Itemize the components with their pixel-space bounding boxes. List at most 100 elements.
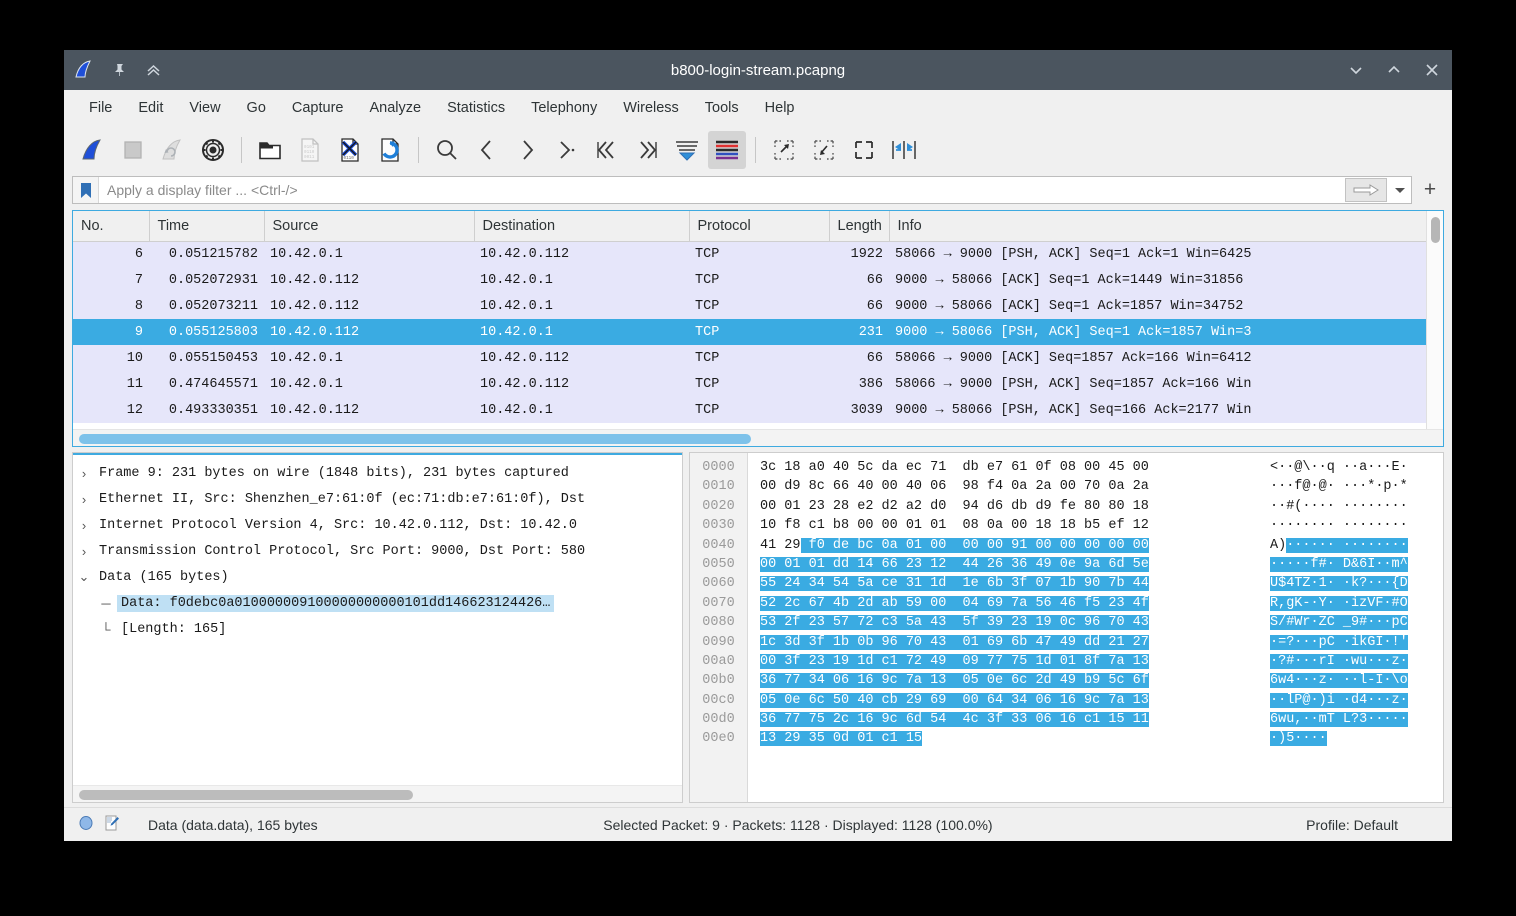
- hex-ascii-line[interactable]: 6w4···z· ··l-I·\o: [1270, 671, 1408, 690]
- menu-capture[interactable]: Capture: [279, 96, 357, 120]
- hex-bytes-line[interactable]: 10 f8 c1 b8 00 00 01 01 08 0a 00 18 18 b…: [760, 516, 1256, 535]
- table-row[interactable]: 7 0.052072931 10.42.0.112 10.42.0.1 TCP 66 900…: [73, 267, 1426, 293]
- hex-bytes-line[interactable]: 53 2f 23 57 72 c3 5a 43 5f 39 23 19 0c 9…: [760, 613, 1256, 632]
- detail-tree-item[interactable]: › Internet Protocol Version 4, Src: 10.42…: [73, 512, 682, 538]
- hex-bytes-line[interactable]: 05 0e 6c 50 40 cb 29 69 00 64 34 06 16 9…: [760, 691, 1256, 710]
- menu-analyze[interactable]: Analyze: [356, 96, 434, 120]
- reload-file-icon[interactable]: [371, 131, 409, 169]
- zoom-out-icon[interactable]: [805, 131, 843, 169]
- table-row[interactable]: 6 0.051215782 10.42.0.1 10.42.0.112 TCP 1922 5…: [73, 241, 1426, 267]
- chevron-down-icon[interactable]: ⌄: [73, 569, 95, 585]
- scrollbar-thumb[interactable]: [79, 434, 751, 444]
- maximize-button[interactable]: [1384, 60, 1404, 80]
- column-header-time[interactable]: Time: [149, 211, 265, 242]
- hex-bytes-line[interactable]: 36 77 34 06 16 9c 7a 13 05 0e 6c 2d 49 b…: [760, 671, 1256, 690]
- go-first-packet-icon[interactable]: [588, 131, 626, 169]
- go-last-packet-icon[interactable]: [628, 131, 666, 169]
- table-row[interactable]: 10 0.055150453 10.42.0.1 10.42.0.112 TCP 66 58…: [73, 345, 1426, 371]
- add-filter-button[interactable]: +: [1416, 176, 1444, 204]
- packet-list-horizontal-scrollbar[interactable]: [73, 429, 1443, 446]
- column-header-length[interactable]: Length: [829, 211, 890, 242]
- chevrons-up-icon[interactable]: [140, 57, 166, 83]
- column-header-protocol[interactable]: Protocol: [689, 211, 830, 242]
- menu-file[interactable]: File: [76, 96, 125, 120]
- table-row[interactable]: 12 0.493330351 10.42.0.112 10.42.0.1 TCP 3039…: [73, 397, 1426, 423]
- table-row[interactable]: 9 0.055125803 10.42.0.112 10.42.0.1 TCP 231 90…: [73, 319, 1426, 345]
- chevron-right-icon[interactable]: ›: [73, 492, 95, 507]
- hex-ascii-line[interactable]: <··@\··q ··a···E·: [1270, 458, 1408, 477]
- auto-scroll-icon[interactable]: [668, 131, 706, 169]
- bookmark-icon[interactable]: [73, 177, 99, 203]
- hex-ascii-line[interactable]: ···f@·@· ···*·p·*: [1270, 477, 1408, 496]
- table-row[interactable]: 8 0.052073211 10.42.0.112 10.42.0.1 TCP 66 900…: [73, 293, 1426, 319]
- detail-tree-item[interactable]: › Ethernet II, Src: Shenzhen_e7:61:0f (ec…: [73, 486, 682, 512]
- go-to-packet-icon[interactable]: [548, 131, 586, 169]
- hex-ascii-line[interactable]: ·=?···pC ·ikGI·!': [1270, 633, 1408, 652]
- capture-comment-icon[interactable]: [104, 815, 120, 835]
- chevron-right-icon[interactable]: ›: [73, 466, 95, 481]
- filter-history-dropdown[interactable]: [1389, 177, 1411, 203]
- hex-ascii-line[interactable]: U$4TZ·1· ·k?···{D: [1270, 574, 1408, 593]
- table-row[interactable]: 11 0.474645571 10.42.0.1 10.42.0.112 TCP 386 5…: [73, 371, 1426, 397]
- scrollbar-thumb[interactable]: [1431, 217, 1440, 243]
- close-file-icon[interactable]: 0110: [331, 131, 369, 169]
- hex-bytes-line[interactable]: 41 29 f0 de bc 0a 01 00 00 00 91 00 00 0…: [760, 536, 1256, 555]
- column-header-destination[interactable]: Destination: [474, 211, 690, 242]
- column-header-info[interactable]: Info: [889, 211, 1426, 242]
- start-capture-icon[interactable]: [74, 131, 112, 169]
- chevron-right-icon[interactable]: ›: [73, 518, 95, 533]
- column-header-source[interactable]: Source: [264, 211, 475, 242]
- hex-ascii-line[interactable]: A)······ ········: [1270, 536, 1408, 555]
- zoom-reset-icon[interactable]: [845, 131, 883, 169]
- pin-icon[interactable]: [106, 57, 132, 83]
- menu-view[interactable]: View: [176, 96, 233, 120]
- menu-help[interactable]: Help: [752, 96, 808, 120]
- capture-options-icon[interactable]: [194, 131, 232, 169]
- chevron-right-icon[interactable]: ›: [73, 544, 95, 559]
- packet-detail-horizontal-scrollbar[interactable]: [73, 785, 682, 802]
- menu-edit[interactable]: Edit: [125, 96, 176, 120]
- zoom-in-icon[interactable]: [765, 131, 803, 169]
- menu-telephony[interactable]: Telephony: [518, 96, 610, 120]
- hex-ascii-line[interactable]: ········ ········: [1270, 516, 1408, 535]
- apply-filter-button[interactable]: [1345, 178, 1387, 202]
- menu-statistics[interactable]: Statistics: [434, 96, 518, 120]
- hex-bytes-line[interactable]: 13 29 35 0d 01 c1 15: [760, 729, 1256, 748]
- hex-bytes-line[interactable]: 1c 3d 3f 1b 0b 96 70 43 01 69 6b 47 49 d…: [760, 633, 1256, 652]
- menu-tools[interactable]: Tools: [692, 96, 752, 120]
- hex-ascii-line[interactable]: S/#Wr·ZC _9#···pC: [1270, 613, 1408, 632]
- detail-tree-item[interactable]: └ [Length: 165]: [73, 616, 682, 642]
- hex-ascii-line[interactable]: R,gK-·Y· ·izVF·#O: [1270, 594, 1408, 613]
- detail-tree-item[interactable]: › Frame 9: 231 bytes on wire (1848 bits),…: [73, 460, 682, 486]
- hex-bytes-line[interactable]: 3c 18 a0 40 5c da ec 71 db e7 61 0f 08 0…: [760, 458, 1256, 477]
- detail-tree-item[interactable]: › Transmission Control Protocol, Src Port…: [73, 538, 682, 564]
- hex-bytes-line[interactable]: 00 3f 23 19 1d c1 72 49 09 77 75 1d 01 8…: [760, 652, 1256, 671]
- packet-list-vertical-scrollbar[interactable]: [1426, 211, 1443, 429]
- hex-bytes-line[interactable]: 00 01 23 28 e2 d2 a2 d0 94 d6 db d9 fe 8…: [760, 497, 1256, 516]
- find-packet-icon[interactable]: [428, 131, 466, 169]
- hex-ascii-line[interactable]: ·?#···rI ·wu···z·: [1270, 652, 1408, 671]
- status-profile[interactable]: Profile: Default: [1306, 817, 1398, 833]
- display-filter-input[interactable]: [99, 182, 1345, 198]
- hex-ascii-line[interactable]: ·····f#· D&6I··m^: [1270, 555, 1408, 574]
- hex-ascii-line[interactable]: 6wu,··mT L?3·····: [1270, 710, 1408, 729]
- hex-ascii-line[interactable]: ··#(···· ········: [1270, 497, 1408, 516]
- hex-bytes-line[interactable]: 55 24 34 54 5a ce 31 1d 1e 6b 3f 07 1b 9…: [760, 574, 1256, 593]
- detail-tree-item[interactable]: ⌄ Data (165 bytes): [73, 564, 682, 590]
- go-forward-icon[interactable]: [508, 131, 546, 169]
- hex-ascii-column[interactable]: <··@\··q ··a···E· ···f@·@· ···*·p·* ··#(··…: [1256, 458, 1408, 802]
- colorize-packets-icon[interactable]: [708, 131, 746, 169]
- hex-bytes-line[interactable]: 36 77 75 2c 16 9c 6d 54 4c 3f 33 06 16 c…: [760, 710, 1256, 729]
- detail-tree-item[interactable]: ─ Data: f0debc0a010000009100000000000101d…: [73, 590, 682, 616]
- minimize-button[interactable]: [1346, 60, 1366, 80]
- close-button[interactable]: [1422, 60, 1442, 80]
- menu-go[interactable]: Go: [234, 96, 279, 120]
- go-back-icon[interactable]: [468, 131, 506, 169]
- hex-bytes-line[interactable]: 00 d9 8c 66 40 00 40 06 98 f4 0a 2a 00 7…: [760, 477, 1256, 496]
- hex-bytes-line[interactable]: 52 2c 67 4b 2d ab 59 00 04 69 7a 56 46 f…: [760, 594, 1256, 613]
- expert-info-circle-icon[interactable]: [78, 815, 94, 834]
- hex-ascii-line[interactable]: ··lP@·)i ·d4···z·: [1270, 691, 1408, 710]
- scrollbar-thumb[interactable]: [79, 790, 413, 800]
- open-file-icon[interactable]: [251, 131, 289, 169]
- menu-wireless[interactable]: Wireless: [610, 96, 692, 120]
